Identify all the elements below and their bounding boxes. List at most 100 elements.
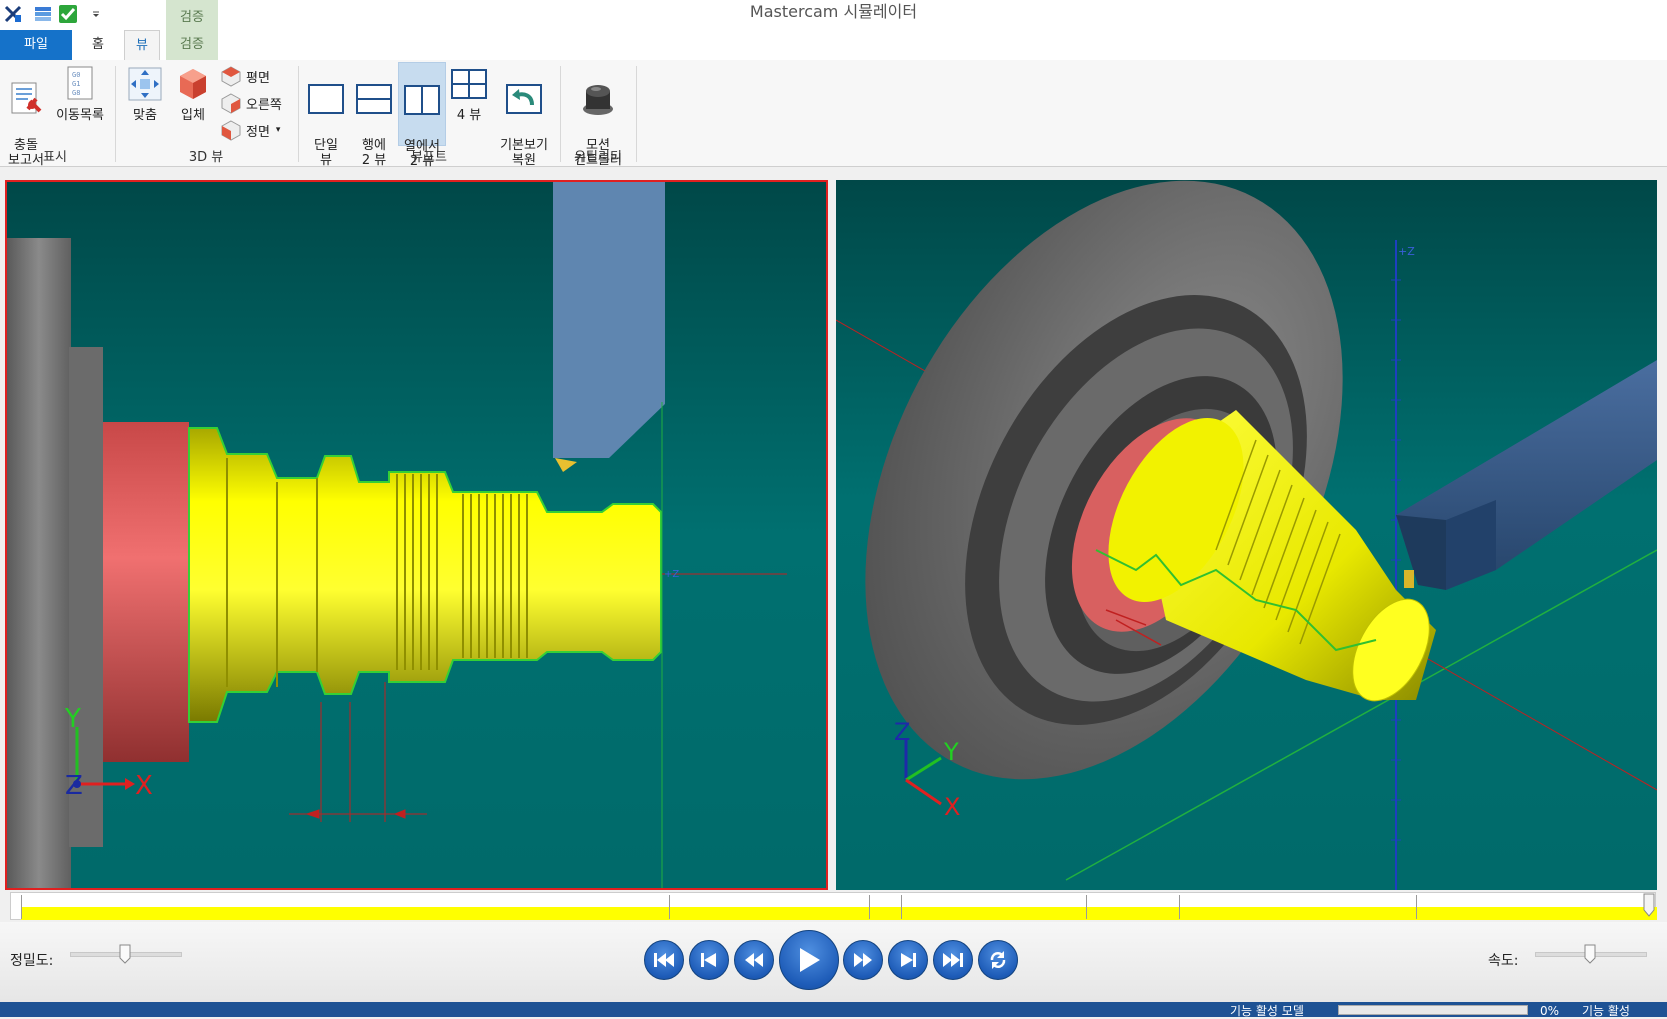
front-view-dropdown-icon[interactable]: ▾ (276, 125, 281, 135)
front-view-cube-icon (221, 120, 241, 141)
group-separator (298, 66, 299, 162)
timeline-track (21, 907, 1657, 920)
solid-cube-icon (180, 69, 206, 99)
group-separator (115, 66, 116, 162)
step-back-icon (701, 953, 716, 967)
ribbon: 충돌 보고서 G0 G1 G8 이동목록 표시 맞춤 입체 평면 오른쪽 정면 ▾ … (0, 60, 1667, 169)
tab-verify[interactable]: 검증 (166, 30, 218, 60)
timeline-marker (1416, 895, 1417, 919)
skip-to-start-button[interactable] (644, 940, 684, 980)
tab-view[interactable]: 뷰 (124, 30, 160, 61)
solid-label: 입체 (181, 108, 205, 123)
timeline-marker (669, 895, 670, 919)
collision-report-icon (11, 82, 42, 114)
status-bar: 기능 활성 모델 0% 기능 활성 (0, 1002, 1667, 1018)
step-forward-button[interactable] (888, 940, 928, 980)
front-view-label: 정면 (246, 124, 270, 140)
group-label-display: 표시 (43, 150, 67, 165)
context-group-verify: 검증 (166, 0, 218, 30)
play-icon (800, 948, 820, 972)
svg-text:Z: Z (894, 718, 910, 746)
speed-label: 속도: (1488, 953, 1519, 969)
step-forward-icon (901, 953, 916, 967)
timeline-marker (1179, 895, 1180, 919)
four-view-label: 4 뷰 (456, 108, 482, 123)
rows-2-view-icon (356, 84, 392, 114)
status-progress-bar (1338, 1005, 1528, 1015)
check-icon[interactable] (57, 3, 79, 25)
fast-forward-button[interactable] (843, 940, 883, 980)
precision-label: 정밀도: (10, 953, 54, 969)
reset-view-icon (506, 84, 542, 114)
move-list-icon: G0G1G8 (67, 66, 93, 100)
four-view-icon (451, 69, 487, 99)
chuck-jaw (7, 238, 71, 888)
lathe-side-view: +Z Y X Z (7, 182, 826, 888)
svg-text:X: X (944, 793, 960, 821)
loop-button[interactable] (978, 940, 1018, 980)
rewind-button[interactable] (734, 940, 774, 980)
tab-file[interactable]: 파일 (0, 30, 72, 60)
solid-button[interactable]: 입체 (172, 64, 214, 123)
window-title: Mastercam 시뮬레이터 (749, 2, 918, 21)
top-view-button[interactable]: 평면 (220, 64, 270, 88)
right-view-button[interactable]: 오른쪽 (220, 91, 282, 115)
svg-text:G0: G0 (72, 71, 80, 79)
rewind-icon (745, 953, 763, 967)
fit-label: 맞춤 (133, 108, 157, 123)
motion-controller-icon (583, 85, 613, 115)
fit-button[interactable]: 맞춤 (122, 64, 168, 123)
group-label-utility: 유틸리티 (574, 150, 622, 165)
single-view-icon (308, 84, 344, 114)
group-label-3d-view: 3D 뷰 (188, 150, 224, 165)
move-list-button[interactable]: G0 G1 G8 이동목록 (52, 64, 108, 123)
precision-slider-thumb[interactable] (119, 944, 131, 964)
group-separator (560, 66, 561, 162)
right-view-cube-icon (221, 93, 241, 114)
x-logo-icon[interactable] (2, 3, 24, 25)
four-view-button[interactable]: 4 뷰 (448, 64, 490, 123)
viewport-right[interactable]: +Z Z Y X (836, 180, 1657, 890)
skip-to-start-icon (654, 953, 674, 967)
timeline-marker (21, 895, 22, 919)
viewport-left[interactable]: +Z Y X Z (5, 180, 828, 890)
timeline-marker (869, 895, 870, 919)
title-bar: 검증 Mastercam 시뮬레이터 (0, 0, 1667, 31)
top-view-cube-icon (221, 66, 241, 87)
fast-forward-icon (854, 953, 872, 967)
tab-home[interactable]: 홈 (72, 30, 124, 60)
left-z-label: +Z (664, 569, 679, 580)
group-separator (636, 66, 637, 162)
cols-2-view-icon (404, 85, 440, 115)
skip-to-end-button[interactable] (933, 940, 973, 980)
top-view-label: 평면 (246, 70, 270, 86)
dropdown-arrow-icon[interactable] (90, 3, 102, 25)
timeline-marker (901, 895, 902, 919)
svg-text:X: X (135, 771, 153, 801)
lathe-iso-view: +Z Z Y X (836, 180, 1657, 890)
simulation-timeline[interactable] (10, 892, 1657, 920)
timeline-thumb[interactable] (1643, 893, 1655, 917)
loop-icon (990, 951, 1006, 969)
timeline-marker (1086, 895, 1087, 919)
group-label-viewport: 뷰포트 (411, 150, 447, 165)
front-view-button[interactable]: 정면 ▾ (220, 118, 280, 142)
fit-icon (128, 67, 162, 101)
right-view-label: 오른쪽 (246, 97, 282, 113)
svg-text:Y: Y (943, 738, 959, 766)
svg-text:Y: Y (64, 704, 81, 734)
svg-text:G1: G1 (72, 80, 80, 88)
layers-icon[interactable] (32, 3, 54, 25)
play-button[interactable] (779, 930, 839, 990)
step-back-button[interactable] (689, 940, 729, 980)
svg-text:Z: Z (65, 771, 83, 801)
cols-2-view-button[interactable]: 열에서 2 뷰 (398, 62, 446, 169)
svg-text:G8: G8 (72, 89, 80, 97)
skip-to-end-icon (943, 953, 963, 967)
right-z-label: +Z (1398, 245, 1415, 258)
move-list-label: 이동목록 (56, 108, 104, 123)
stock-material (103, 422, 189, 762)
ribbon-tabs: 파일 홈 뷰 검증 (0, 30, 1667, 61)
speed-slider-thumb[interactable] (1584, 944, 1596, 964)
playback-controls: 정밀도: 속도: (0, 922, 1667, 1002)
